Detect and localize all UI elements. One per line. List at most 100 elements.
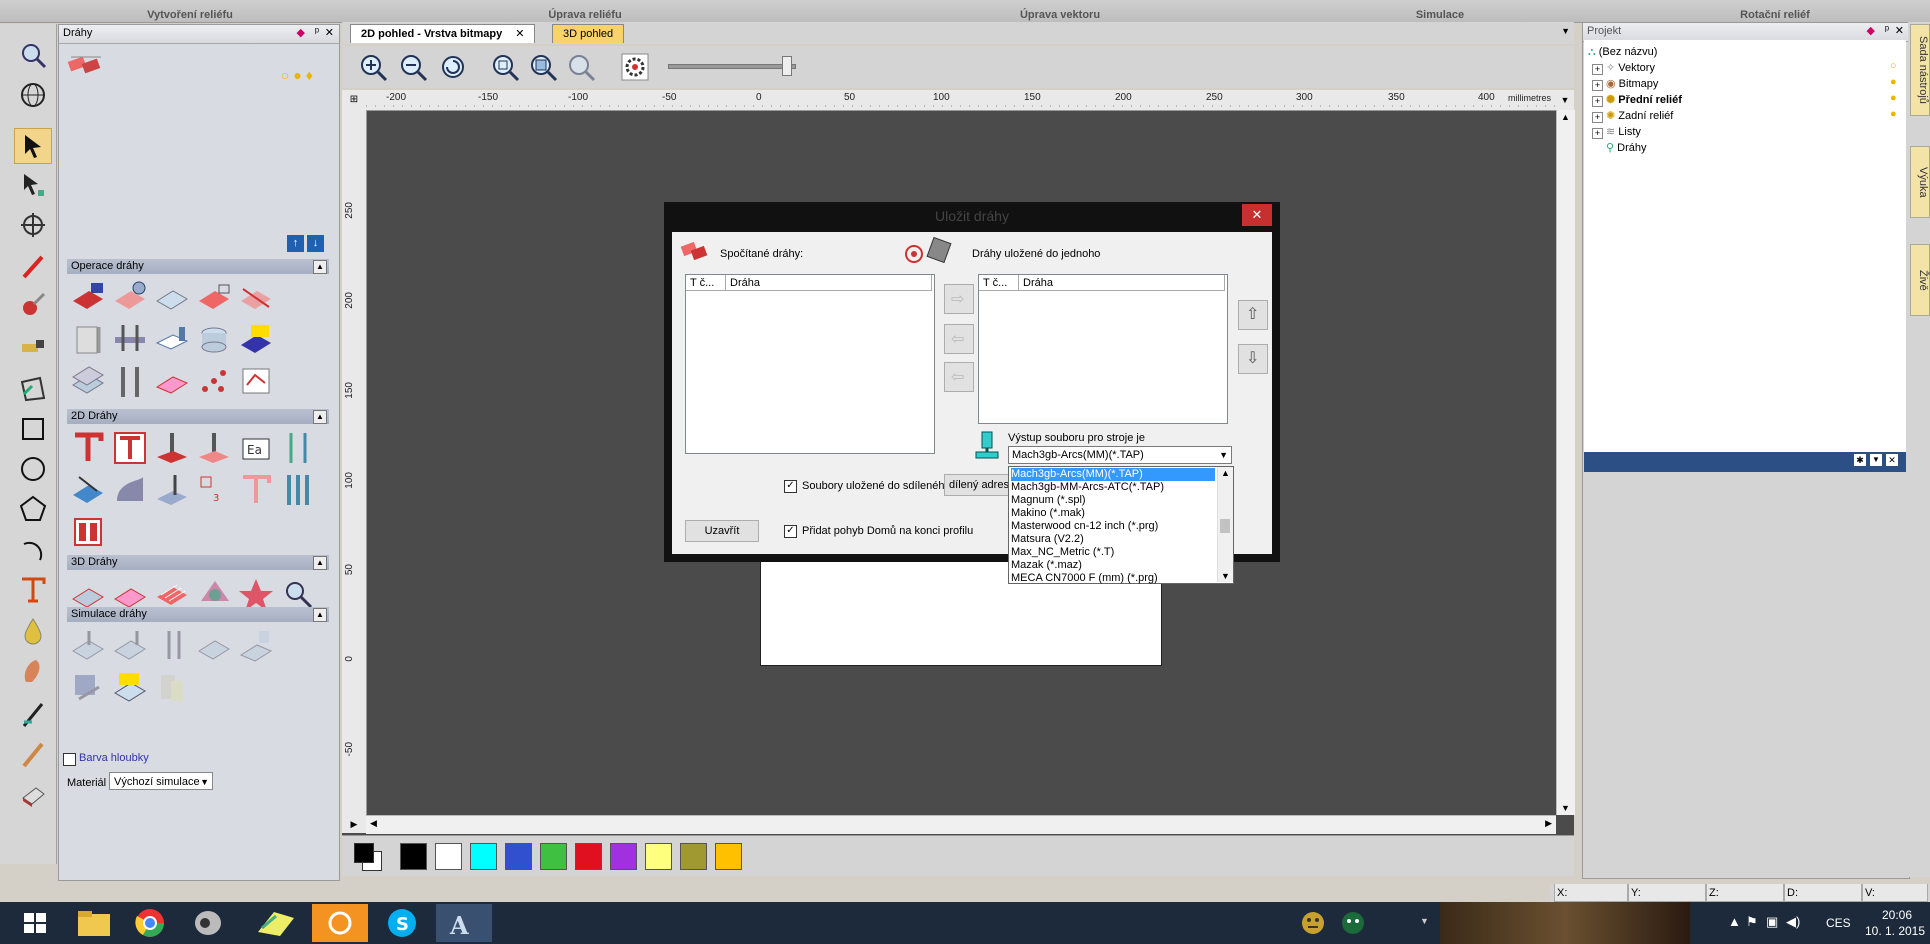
- vector-edit-icon[interactable]: [18, 374, 48, 404]
- tree-root[interactable]: ⛬ (Bez názvu): [1588, 44, 1657, 60]
- scroll-down-icon[interactable]: ▼: [1221, 571, 1230, 581]
- tray-expand-icon[interactable]: ▼: [1420, 916, 1429, 926]
- artcam-icon[interactable]: A: [436, 904, 492, 942]
- material-setup-icon[interactable]: [153, 279, 191, 317]
- section-rotary-relief[interactable]: Rotační reliéf: [1720, 9, 1830, 21]
- collapse-toggle[interactable]: ▲: [313, 556, 327, 570]
- dropdown-option[interactable]: Mach3gb-MM-Arcs-ATC(*.TAP): [1011, 481, 1215, 494]
- zoom-slider-track[interactable]: [668, 64, 796, 69]
- expand-icon[interactable]: +: [1592, 64, 1603, 75]
- app-maps-icon[interactable]: [248, 904, 304, 942]
- expand-icon[interactable]: +: [1592, 96, 1603, 107]
- postprocessor-select[interactable]: Mach3gb-Arcs(MM)(*.TAP) ▼: [1008, 446, 1232, 464]
- clock-date[interactable]: 10. 1. 2015: [1860, 924, 1930, 938]
- app-eye-icon[interactable]: [180, 904, 236, 942]
- close-dialog-button[interactable]: Uzavřít: [685, 520, 759, 542]
- dialog-close-button[interactable]: ✕: [1242, 204, 1272, 226]
- color-swatch[interactable]: [610, 843, 637, 870]
- visibility-bulb-icon[interactable]: ○: [1890, 60, 1897, 72]
- visibility-bulb-icon[interactable]: ●: [1890, 92, 1897, 104]
- dropdown-option[interactable]: Mazak (*.maz): [1011, 559, 1215, 572]
- pin-icon[interactable]: ◆: [297, 26, 305, 39]
- zoom-box-icon[interactable]: [528, 52, 558, 82]
- machine-setup-icon[interactable]: [111, 321, 149, 359]
- move-up-button[interactable]: ⇧: [1238, 300, 1268, 330]
- section-operations[interactable]: Operace dráhy ▲: [67, 259, 329, 274]
- expand-icon[interactable]: +: [1592, 128, 1603, 139]
- close-icon[interactable]: ✕: [1886, 454, 1898, 466]
- dropdown-option[interactable]: MECA CN7000 F (mm) (*.prg): [1011, 572, 1215, 585]
- shared-address-button[interactable]: dílený adres: [944, 474, 1014, 496]
- tray-creature-icon[interactable]: [1340, 910, 1366, 936]
- column-header-path[interactable]: Dráha: [726, 275, 932, 291]
- column-header-tool[interactable]: T č...: [979, 275, 1019, 291]
- color-simulation-icon[interactable]: [111, 669, 149, 707]
- multi-tool-icon[interactable]: [279, 471, 317, 509]
- section-2d-paths[interactable]: 2D Dráhy ▲: [67, 409, 329, 424]
- tab-menu-chevron-icon[interactable]: ▼: [1561, 26, 1570, 36]
- dropdown-option[interactable]: Masterwood cn-12 inch (*.prg): [1011, 520, 1215, 533]
- column-header-path[interactable]: Dráha: [1019, 275, 1225, 291]
- fluting-icon[interactable]: [153, 471, 191, 509]
- expand-icon[interactable]: +: [1592, 112, 1603, 123]
- network-icon[interactable]: ▣: [1766, 914, 1778, 930]
- dock-icon[interactable]: ᵖ: [1885, 24, 1889, 36]
- home-move-checkbox[interactable]: ✓: [784, 525, 797, 538]
- toolpath-grid-icon[interactable]: [195, 279, 233, 317]
- chrome-icon[interactable]: [122, 904, 178, 942]
- bulb-icons[interactable]: ○ ● ♦: [281, 67, 313, 83]
- expand-icon[interactable]: +: [1592, 80, 1603, 91]
- node-edit-icon[interactable]: [18, 170, 48, 200]
- simulate-pause-icon[interactable]: [153, 627, 191, 665]
- move-up-button[interactable]: ↑: [287, 235, 304, 252]
- close-icon[interactable]: ✕: [325, 26, 334, 39]
- tree-item-vectors[interactable]: ✧ Vektory: [1606, 60, 1655, 76]
- depth-color-checkbox[interactable]: [63, 753, 76, 766]
- brush-icon[interactable]: [18, 290, 48, 320]
- polygon-icon[interactable]: [18, 494, 48, 524]
- pin-icon[interactable]: ◆: [1867, 24, 1875, 37]
- shared-folder-checkbox[interactable]: ✓: [784, 480, 797, 493]
- dropdown-option[interactable]: Mach3gb-Arcs(MM)(*.TAP): [1011, 468, 1215, 481]
- erase-relief-icon[interactable]: [18, 780, 48, 810]
- tee-profile-icon[interactable]: [237, 471, 275, 509]
- remove-path-button[interactable]: ⇦: [944, 324, 974, 354]
- move-down-button[interactable]: ⇩: [1238, 344, 1268, 374]
- computed-toolpaths-list[interactable]: T č... Dráha: [685, 274, 935, 454]
- smudge-icon[interactable]: [18, 656, 48, 686]
- globe-icon[interactable]: [18, 80, 48, 110]
- circle-icon[interactable]: [18, 454, 48, 484]
- zoom-icon[interactable]: [18, 40, 48, 70]
- color-swatch[interactable]: [505, 843, 532, 870]
- tab-3d-view[interactable]: 3D pohled: [552, 24, 625, 43]
- start-windows-icon[interactable]: [8, 904, 64, 942]
- zoom-slider-thumb[interactable]: [782, 56, 792, 76]
- template-toolpath-icon[interactable]: [237, 321, 275, 359]
- add-path-button[interactable]: ⇨: [944, 284, 974, 314]
- toolpath-info-icon[interactable]: [111, 279, 149, 317]
- scroll-up-icon[interactable]: ▲: [1221, 468, 1230, 478]
- moulding-icon[interactable]: [111, 471, 149, 509]
- tray-arrow-icon[interactable]: ▲: [1728, 914, 1741, 929]
- reset-simulation-icon[interactable]: [195, 627, 233, 665]
- color-swatch[interactable]: [680, 843, 707, 870]
- zoom-in-icon[interactable]: [358, 52, 388, 82]
- zoom-selection-icon[interactable]: [566, 52, 596, 82]
- transform-icon[interactable]: [18, 210, 48, 240]
- saved-toolpaths-list[interactable]: T č... Dráha: [978, 274, 1228, 424]
- engrave-text-icon[interactable]: Ea: [237, 429, 275, 467]
- simulation-stack-icon[interactable]: [153, 669, 191, 707]
- zoom-all-icon[interactable]: [490, 52, 520, 82]
- thread-mill-icon[interactable]: [279, 429, 317, 467]
- eraser-icon[interactable]: [18, 330, 48, 360]
- tray-emoji-icon[interactable]: [1300, 910, 1326, 936]
- chevron-down-icon[interactable]: ▼: [1870, 454, 1882, 466]
- tree-item-back-relief[interactable]: ✺ Zadní reliéf: [1606, 108, 1673, 124]
- profile-toolpath-icon[interactable]: [69, 429, 107, 467]
- section-simulation[interactable]: Simulace dráhy ▲: [67, 607, 329, 622]
- skype-icon[interactable]: S: [374, 904, 430, 942]
- color-swatch[interactable]: [400, 843, 427, 870]
- volume-icon[interactable]: ◀): [1786, 914, 1800, 930]
- cylinder-block-icon[interactable]: [195, 321, 233, 359]
- zoom-previous-icon[interactable]: [438, 52, 468, 82]
